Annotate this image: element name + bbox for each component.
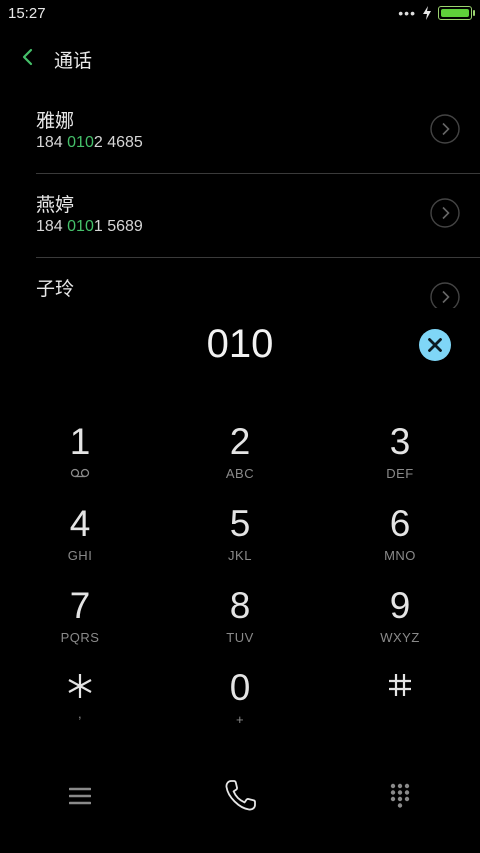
phone-call-icon	[225, 780, 256, 811]
contact-row[interactable]: 燕婷 184 0101 5689	[0, 174, 480, 258]
key-letters: ABC	[225, 466, 255, 481]
back-arrow-icon[interactable]	[18, 47, 38, 67]
key-1[interactable]: 1	[0, 420, 160, 502]
key-letters: PQRS	[60, 630, 100, 645]
contact-row[interactable]: 子玲	[0, 258, 480, 308]
key-digit: 0	[229, 667, 251, 708]
asterisk-icon	[68, 674, 92, 698]
clear-icon[interactable]	[419, 329, 451, 361]
dialpad-icon	[390, 783, 410, 808]
key-letters: MNO	[384, 548, 416, 563]
menu-button[interactable]	[56, 772, 104, 820]
notification-dots: •••	[398, 5, 416, 21]
contact-details-icon[interactable]	[430, 198, 460, 228]
key-9[interactable]: 9 WXYZ	[320, 584, 480, 666]
battery-icon	[438, 6, 475, 20]
menu-icon	[69, 787, 91, 805]
key-digit: 5	[229, 503, 251, 544]
dial-display: 010	[0, 318, 480, 374]
key-digit: 4	[69, 503, 91, 544]
key-hash[interactable]	[320, 666, 480, 748]
key-letters	[0, 466, 160, 478]
key-digit: 6	[389, 503, 411, 544]
key-digit: 2	[229, 421, 251, 462]
key-0[interactable]: 0 +	[160, 666, 320, 748]
key-2[interactable]: 2 ABC	[160, 420, 320, 502]
contact-details-icon[interactable]	[430, 114, 460, 144]
key-digit: 1	[69, 421, 91, 462]
key-letters: JKL	[228, 548, 252, 563]
contact-name: 子玲	[36, 279, 75, 300]
charging-icon	[423, 6, 431, 20]
key-4[interactable]: 4 GHI	[0, 502, 160, 584]
contact-details-icon[interactable]	[430, 282, 460, 308]
status-bar: 15:27 •••	[0, 0, 480, 28]
key-letters: ,	[77, 706, 83, 721]
key-digit: 3	[389, 421, 411, 462]
contact-name: 雅娜	[36, 111, 75, 132]
key-8[interactable]: 8 TUV	[160, 584, 320, 666]
key-7[interactable]: 7 PQRS	[0, 584, 160, 666]
bottom-bar	[0, 772, 480, 820]
header: 通话	[0, 38, 480, 78]
key-6[interactable]: 6 MNO	[320, 502, 480, 584]
key-letters: DEF	[386, 466, 414, 481]
dialed-number: 010	[206, 322, 274, 366]
key-digit: 7	[69, 585, 91, 626]
dialpad-toggle-button[interactable]	[376, 772, 424, 820]
contact-number: 184 0101 5689	[36, 218, 143, 235]
contact-name: 燕婷	[36, 195, 75, 216]
key-letters: GHI	[67, 548, 93, 563]
number-match-highlight: 010	[67, 134, 94, 151]
contact-number: 184 0102 4685	[36, 134, 143, 151]
page-title: 通话	[54, 51, 93, 72]
key-digit: 8	[229, 585, 251, 626]
key-3[interactable]: 3 DEF	[320, 420, 480, 502]
voicemail-icon	[70, 468, 90, 478]
status-time: 15:27	[8, 5, 46, 22]
key-star[interactable]: ,	[0, 666, 160, 748]
call-button[interactable]	[216, 772, 264, 820]
key-letters: TUV	[226, 630, 254, 645]
contact-row[interactable]: 雅娜 184 0102 4685	[0, 90, 480, 174]
key-digit: 9	[389, 585, 411, 626]
battery-level	[441, 9, 469, 17]
key-letters: +	[235, 712, 245, 727]
contact-list: 雅娜 184 0102 4685 燕婷 184 0101 5689 子玲	[0, 90, 480, 308]
status-icons: •••	[398, 5, 475, 21]
hash-icon	[389, 674, 411, 696]
number-match-highlight: 010	[67, 218, 94, 235]
key-5[interactable]: 5 JKL	[160, 502, 320, 584]
key-letters: WXYZ	[380, 630, 420, 645]
